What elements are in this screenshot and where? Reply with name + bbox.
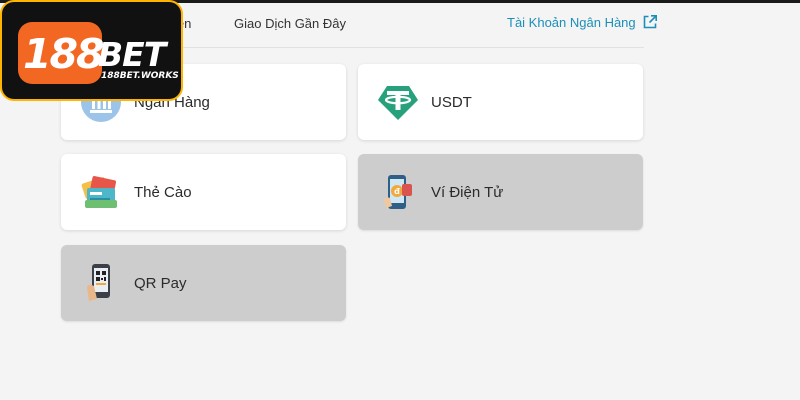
- logo-number: 188: [23, 30, 105, 78]
- logo-word: BET: [98, 35, 166, 74]
- method-usdt-card[interactable]: USDT: [358, 64, 643, 140]
- qr-pay-icon: [79, 261, 123, 305]
- logo-domain: 188BET.WORKS: [101, 71, 179, 81]
- method-scratch-card-label: Thẻ Cào: [134, 183, 192, 201]
- tab-recent-transactions[interactable]: Giao Dịch Gần Đây: [234, 16, 346, 31]
- method-scratch-card-card[interactable]: Thẻ Cào: [61, 154, 346, 230]
- header-divider: [160, 47, 644, 48]
- method-e-wallet-card[interactable]: đ Ví Điện Tử: [358, 154, 643, 230]
- method-usdt-label: USDT: [431, 93, 472, 111]
- e-wallet-icon: đ: [376, 170, 420, 214]
- scratch-card-icon: [79, 170, 123, 214]
- external-link-icon: [643, 15, 657, 29]
- method-qr-pay-card[interactable]: QR Pay: [61, 245, 346, 321]
- svg-text:đ: đ: [394, 187, 400, 196]
- bank-account-link[interactable]: Tài Khoản Ngân Hàng: [507, 14, 658, 30]
- method-e-wallet-label: Ví Điện Tử: [431, 183, 504, 201]
- bank-account-link-label: Tài Khoản Ngân Hàng: [507, 14, 636, 30]
- method-qr-pay-label: QR Pay: [134, 274, 187, 292]
- brand-logo: 188 BET 188BET.WORKS: [0, 0, 183, 101]
- tether-icon: [376, 80, 420, 124]
